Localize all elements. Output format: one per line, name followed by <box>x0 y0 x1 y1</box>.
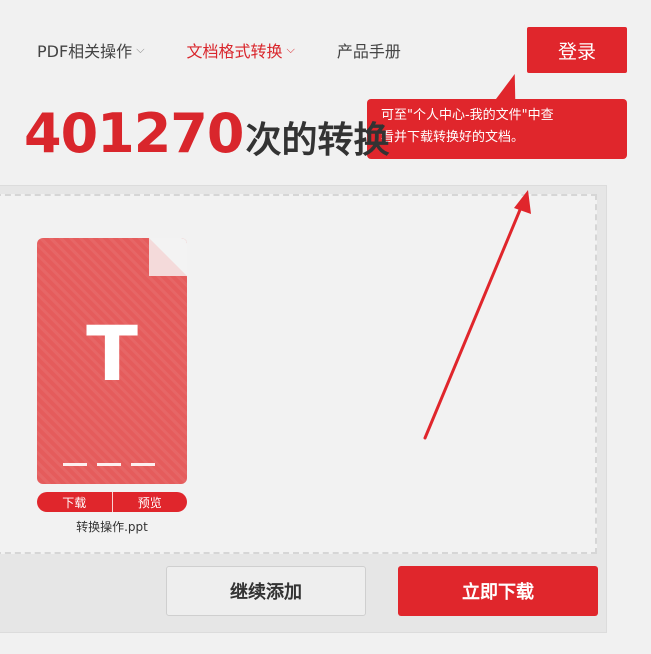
file-name: 转换操作.ppt <box>76 520 148 534</box>
chevron-down-icon: ⌵ <box>286 43 295 56</box>
download-now-button[interactable]: 立即下载 <box>398 566 598 616</box>
tooltip-arrow <box>495 74 525 100</box>
nav-item-label: 产品手册 <box>336 42 401 61</box>
nav-item-pdf[interactable]: PDF相关操作 ⌵ <box>37 38 145 62</box>
login-tooltip: 可至"个人中心-我的文件"中查 看并下载转换好的文档。 <box>367 99 627 159</box>
continue-add-button[interactable]: 继续添加 <box>166 566 366 616</box>
page-fold-icon <box>149 238 187 276</box>
file-type-icon: T <box>86 309 138 398</box>
conversion-count: 401270 <box>24 102 244 165</box>
nav-item-format-convert[interactable]: 文档格式转换 ⌵ <box>187 38 295 62</box>
nav-item-label: PDF相关操作 <box>37 42 133 61</box>
tooltip-line: 可至"个人中心-我的文件"中查 <box>381 108 554 123</box>
file-download-button[interactable]: 下载 <box>37 492 112 512</box>
nav-item-label: 文档格式转换 <box>186 42 283 61</box>
file-card: T <box>37 238 187 484</box>
headline-prefix: ： <box>0 111 22 163</box>
file-actions: 下载 预览 <box>37 492 187 512</box>
file-preview-button[interactable]: 预览 <box>113 492 188 512</box>
file-lines-icon <box>63 463 155 466</box>
nav-item-manual[interactable]: 产品手册 <box>337 38 401 62</box>
chevron-down-icon: ⌵ <box>136 43 145 56</box>
conversion-count-headline: ： 401270 次的转换 <box>0 102 389 166</box>
tooltip-line: 看并下载转换好的文档。 <box>381 130 525 145</box>
top-nav: PDF相关操作 ⌵ 文档格式转换 ⌵ 产品手册 <box>37 38 443 62</box>
login-button[interactable]: 登录 <box>527 27 627 73</box>
headline-suffix: 次的转换 <box>245 120 390 161</box>
